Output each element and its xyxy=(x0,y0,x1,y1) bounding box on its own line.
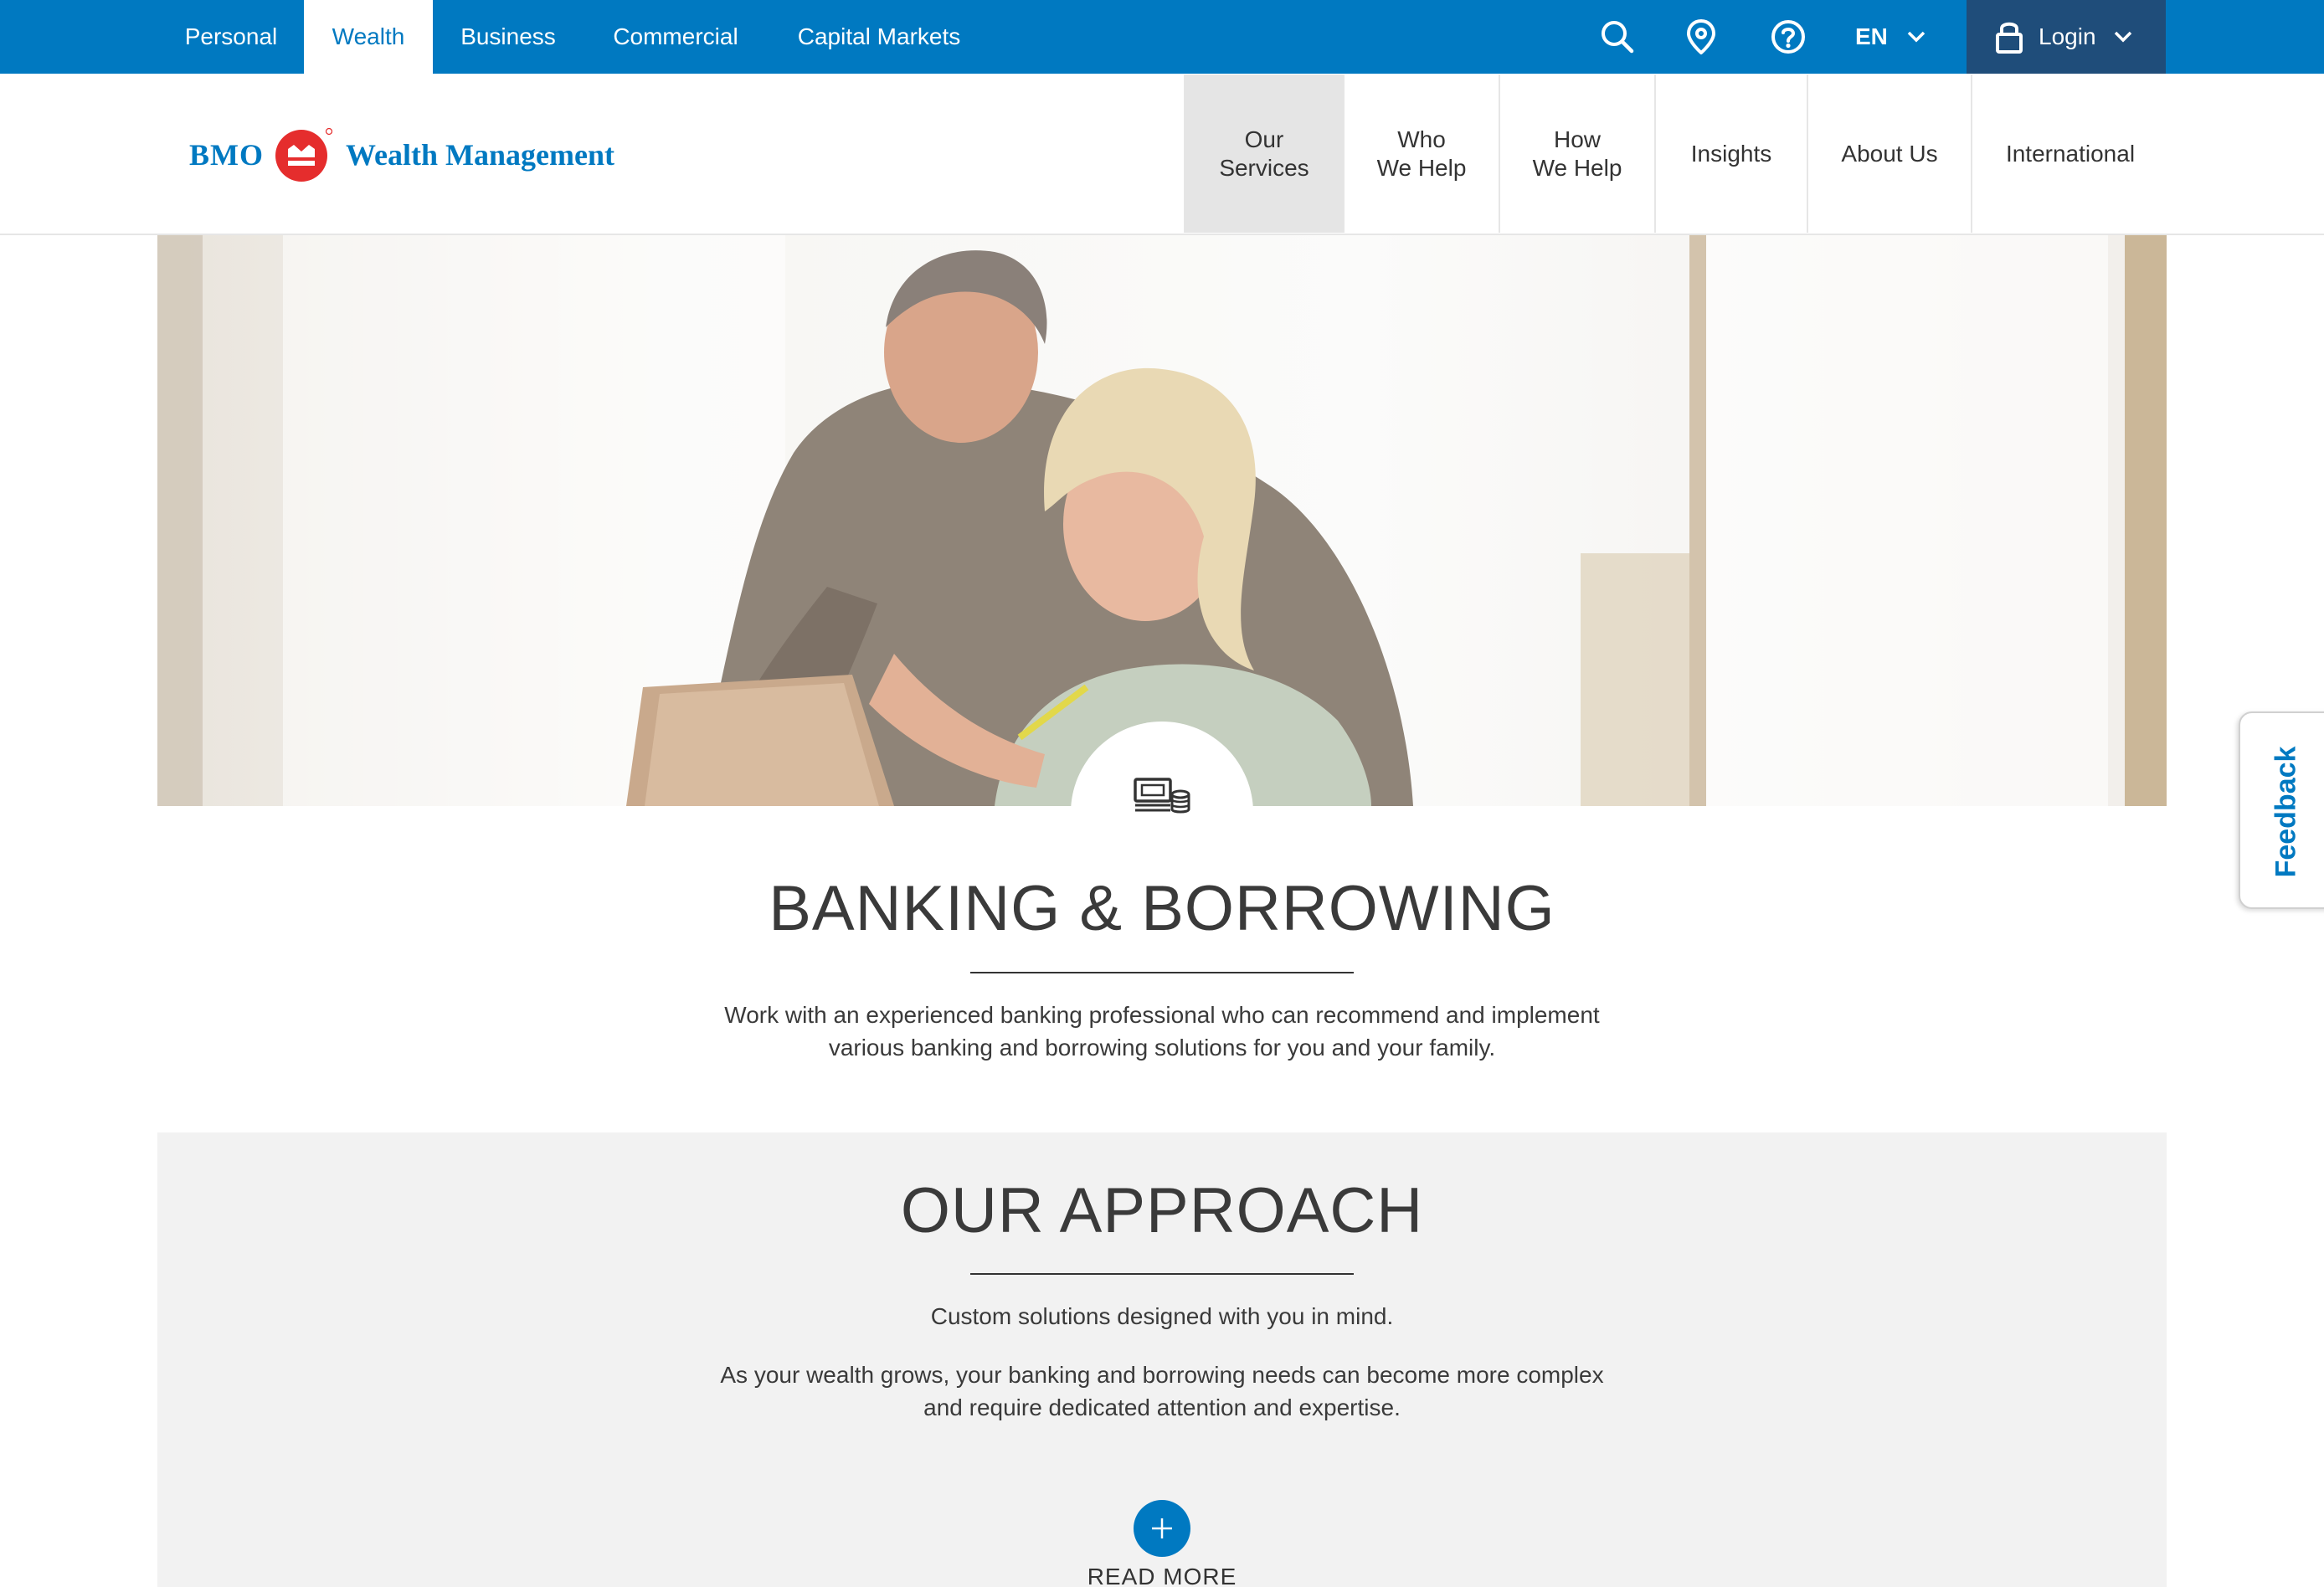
banking-title: BANKING & BORROWING xyxy=(769,873,1555,944)
chevron-down-icon xyxy=(1907,31,1926,43)
feedback-label: Feedback xyxy=(2270,746,2302,878)
segment-personal[interactable]: Personal xyxy=(171,0,291,74)
language-label: EN xyxy=(1855,23,1888,49)
money-coins-icon xyxy=(1134,778,1190,814)
approach-body-line-2: and require dedicated attention and expe… xyxy=(923,1394,1401,1420)
nav-insights[interactable]: Insights xyxy=(1654,74,1807,233)
lock-icon xyxy=(1996,22,2023,54)
nav-international[interactable]: International xyxy=(1971,74,2168,233)
nav-about-us[interactable]: About Us xyxy=(1807,74,1971,233)
logo-wordmark: Wealth Management xyxy=(346,138,614,172)
approach-body-line-1: As your wealth grows, your banking and b… xyxy=(720,1362,1604,1388)
hero-photo-couple-laptop xyxy=(157,235,2167,806)
bmo-wealth-management-logo[interactable]: BMO Wealth Management xyxy=(189,127,614,182)
plus-icon xyxy=(1152,1518,1172,1538)
branch-locator-button[interactable] xyxy=(1674,0,1728,74)
segment-wealth[interactable]: Wealth xyxy=(304,0,433,74)
search-button[interactable] xyxy=(1591,0,1644,74)
approach-title-divider xyxy=(970,1273,1354,1275)
logo-bmo-text: BMO xyxy=(189,138,264,172)
approach-title: OUR APPROACH xyxy=(900,1175,1424,1246)
location-icon xyxy=(1686,19,1716,54)
site-header: BMO Wealth Management Our Services Who W… xyxy=(0,74,2324,235)
nav-how-we-help[interactable]: How We Help xyxy=(1499,74,1654,233)
approach-tagline: Custom solutions designed with you in mi… xyxy=(930,1303,1394,1329)
language-selector[interactable]: EN xyxy=(1855,0,1926,74)
bmo-roundel-icon xyxy=(275,127,332,182)
search-icon xyxy=(1602,21,1634,54)
nav-our-services[interactable]: Our Services xyxy=(1184,74,1343,233)
banking-description-line-2: various banking and borrowing solutions … xyxy=(828,1035,1496,1061)
help-icon xyxy=(1771,20,1805,54)
segment-commercial[interactable]: Commercial xyxy=(596,0,755,74)
segment-capital-markets[interactable]: Capital Markets xyxy=(784,0,974,74)
nav-who-we-help[interactable]: Who We Help xyxy=(1343,74,1499,233)
segment-business[interactable]: Business xyxy=(445,0,571,74)
read-more-link[interactable]: READ MORE xyxy=(995,1564,1329,1587)
help-button[interactable] xyxy=(1761,0,1815,74)
feedback-tab[interactable]: Feedback xyxy=(2239,711,2324,909)
hero-image xyxy=(157,235,2167,806)
chevron-down-icon xyxy=(2114,31,2131,43)
banking-description-line-1: Work with an experienced banking profess… xyxy=(724,1002,1600,1028)
top-utility-bar: Personal Wealth Business Commercial Capi… xyxy=(0,0,2324,74)
login-label: Login xyxy=(2039,23,2096,49)
read-more-expand-button[interactable] xyxy=(1134,1500,1190,1557)
banking-title-divider xyxy=(970,972,1354,973)
login-button[interactable]: Login xyxy=(1967,0,2166,74)
